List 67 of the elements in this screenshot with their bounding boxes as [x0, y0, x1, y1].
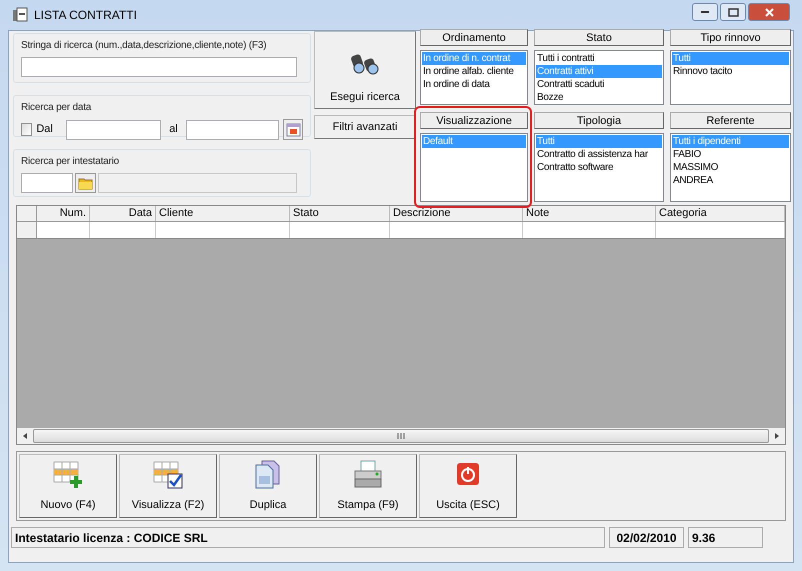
window-title: LISTA CONTRATTI [34, 7, 138, 24]
input-field[interactable] [21, 57, 297, 77]
binoculars-icon [349, 52, 381, 74]
list-option[interactable]: Rinnovo tacito [672, 65, 789, 78]
input-field[interactable] [98, 173, 297, 193]
column-header[interactable]: Num. [37, 206, 90, 221]
list-option[interactable]: Contratto software [536, 160, 662, 174]
row-header[interactable] [17, 222, 37, 238]
group-label: Stringa di ricerca (num.,data,descrizione,cliente,note) (F3) [21, 39, 268, 53]
folder-icon [78, 176, 93, 190]
grip-icon [396, 432, 406, 440]
input-field[interactable] [21, 173, 73, 193]
list-option[interactable]: Contratto di assistenza har [536, 148, 662, 160]
advanced-filters-button[interactable]: Filtri avanzati [314, 115, 416, 139]
list-option[interactable]: MASSIMO [672, 160, 789, 174]
status-version: 9.36 [688, 527, 763, 548]
input-field[interactable] [66, 120, 161, 140]
minimize-icon [701, 11, 709, 13]
list-box[interactable]: Tutti i contratti Contratti attivi Contratti scaduti Bozze [534, 50, 664, 105]
column-header-button[interactable]: Ordinamento [420, 29, 528, 46]
folder-button[interactable] [75, 173, 96, 193]
checkbox[interactable] [21, 123, 32, 136]
list-box[interactable]: Tutti i dipendenti FABIO MASSIMO ANDREA [670, 132, 791, 202]
list-box[interactable]: Tutti Contratto di assistenza har Contratto software [534, 132, 664, 202]
list-option[interactable]: Tutti i contratti [536, 52, 662, 65]
list-option[interactable]: FABIO [672, 148, 789, 160]
column-header[interactable]: Cliente [156, 206, 290, 221]
column-header[interactable]: Descrizione [390, 206, 523, 221]
status-date: 02/02/2010 [609, 527, 684, 548]
minimize-button[interactable] [692, 3, 718, 21]
column-header-button[interactable]: Stato [534, 29, 664, 46]
maximize-button[interactable] [720, 3, 746, 21]
column-header-button[interactable]: Referente [670, 112, 791, 128]
list-option[interactable]: Bozze [536, 91, 662, 104]
group-label: Ricerca per intestatario [21, 155, 120, 169]
list-box[interactable]: Tutti Rinnovo tacito [670, 50, 791, 105]
list-option[interactable]: Contratti scaduti [536, 78, 662, 91]
status-text: Intestatario licenza : CODICE SRL [11, 527, 605, 548]
close-icon [764, 8, 774, 16]
list-box[interactable]: In ordine di n. contrat In ordine alfab. cliente In ordine di data [420, 50, 528, 105]
print-button[interactable]: Stampa (F9) [319, 454, 417, 518]
column-header-button[interactable]: Tipologia [534, 112, 664, 128]
new-button[interactable]: Nuovo (F4) [19, 454, 117, 518]
app-icon [12, 7, 28, 23]
close-button[interactable] [748, 3, 790, 21]
column-header[interactable]: Note [523, 206, 656, 221]
horizontal-scrollbar[interactable] [17, 428, 785, 444]
column-header-button[interactable]: Tipo rinnovo [670, 29, 791, 46]
list-option[interactable]: In ordine di data [422, 78, 526, 91]
column-header-button[interactable]: Visualizzazione [420, 112, 528, 128]
search-button[interactable]: Esegui ricerca [314, 31, 416, 109]
duplicate-button[interactable]: Duplica [219, 454, 317, 518]
column-header[interactable]: Categoria [656, 206, 785, 221]
group-label: Ricerca per data [21, 101, 92, 115]
view-button[interactable]: Visualizza (F2) [119, 454, 217, 518]
calendar-button[interactable] [283, 119, 303, 140]
printer-icon [352, 458, 384, 490]
checkbox-label: Dal [36, 122, 54, 138]
field-label: al [168, 122, 179, 138]
list-option[interactable]: In ordine alfab. cliente [422, 65, 526, 78]
maximize-icon [728, 8, 738, 16]
exit-button[interactable]: Uscita (ESC) [419, 454, 517, 518]
list-option[interactable]: ANDREA [672, 174, 789, 186]
input-field[interactable] [186, 120, 280, 140]
calendar-icon [286, 122, 301, 137]
column-header[interactable]: Data [90, 206, 156, 221]
column-header[interactable]: Stato [290, 206, 390, 221]
